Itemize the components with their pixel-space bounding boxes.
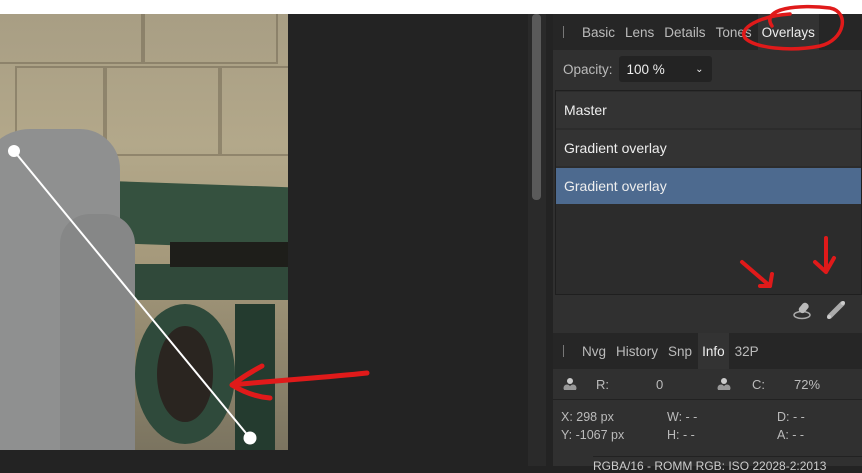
- overlay-item-master[interactable]: Master: [556, 92, 861, 128]
- tab-basic[interactable]: Basic: [578, 14, 619, 50]
- c-value: 72%: [794, 377, 821, 392]
- y-readout: Y: -1067 px: [561, 428, 625, 442]
- gradient-overlay-icon[interactable]: [826, 300, 846, 320]
- top-tabs: Basic Lens Details Tones Overlays: [553, 14, 862, 50]
- c-label: C:: [752, 377, 765, 392]
- h-readout: H: - -: [667, 428, 695, 442]
- bench-rail: [120, 264, 288, 300]
- overlay-list: Master Gradient overlay Gradient overlay: [555, 90, 862, 295]
- wall-brick: [105, 66, 220, 156]
- tab-overlays[interactable]: Overlays: [757, 14, 819, 50]
- bench-ring: [135, 304, 235, 444]
- tab-info[interactable]: Info: [698, 333, 729, 369]
- wall-brick: [0, 14, 143, 64]
- photo-canvas[interactable]: [0, 14, 288, 450]
- d-readout: D: - -: [777, 410, 805, 424]
- wall-brick: [220, 66, 288, 156]
- x-readout: X: 298 px: [561, 410, 614, 424]
- bottom-tabs: Nvg History Snp Info 32P: [553, 333, 862, 369]
- overlay-item-gradient-selected[interactable]: Gradient overlay: [556, 168, 861, 204]
- hoodie-sleeve: [60, 214, 135, 450]
- canvas-scrollbar[interactable]: [532, 14, 541, 200]
- bench-leg: [235, 304, 275, 450]
- tab-navigator[interactable]: Nvg: [578, 333, 610, 369]
- r-value: 0: [656, 377, 664, 392]
- tab-32p[interactable]: 32P: [731, 333, 763, 369]
- wall-brick: [143, 14, 278, 64]
- opacity-select[interactable]: 100 % ⌄: [618, 56, 712, 82]
- tab-details[interactable]: Details: [660, 14, 709, 50]
- color-picker-icon[interactable]: [563, 378, 577, 390]
- chevron-down-icon: ⌄: [695, 63, 704, 75]
- tab-grip[interactable]: [563, 345, 564, 357]
- tab-grip[interactable]: [563, 26, 564, 38]
- opacity-control: Opacity: 100 % ⌄: [563, 56, 712, 82]
- develop-panel: Basic Lens Details Tones Overlays Opacit…: [553, 14, 862, 473]
- w-readout: W: - -: [667, 410, 698, 424]
- tab-tones[interactable]: Tones: [712, 14, 756, 50]
- opacity-label: Opacity:: [563, 61, 613, 77]
- color-format-status: RGBA/16 - ROMM RGB: ISO 22028-2:2013: [593, 456, 862, 473]
- a-readout: A: - -: [777, 428, 805, 442]
- top-band: [0, 0, 862, 14]
- bench-gap: [170, 242, 288, 267]
- tab-snapshots[interactable]: Snp: [664, 333, 696, 369]
- tab-lens[interactable]: Lens: [621, 14, 658, 50]
- brush-overlay-icon[interactable]: [792, 300, 812, 320]
- overlay-tools: [792, 300, 862, 320]
- r-label: R:: [596, 377, 609, 392]
- info-panel: R: 0 C: 72% X: 298 px Y: -1067 px W: - -…: [553, 370, 862, 450]
- color-picker-icon[interactable]: [717, 378, 731, 390]
- tab-history[interactable]: History: [612, 333, 662, 369]
- opacity-value: 100 %: [626, 61, 665, 77]
- overlay-item-gradient[interactable]: Gradient overlay: [556, 130, 861, 166]
